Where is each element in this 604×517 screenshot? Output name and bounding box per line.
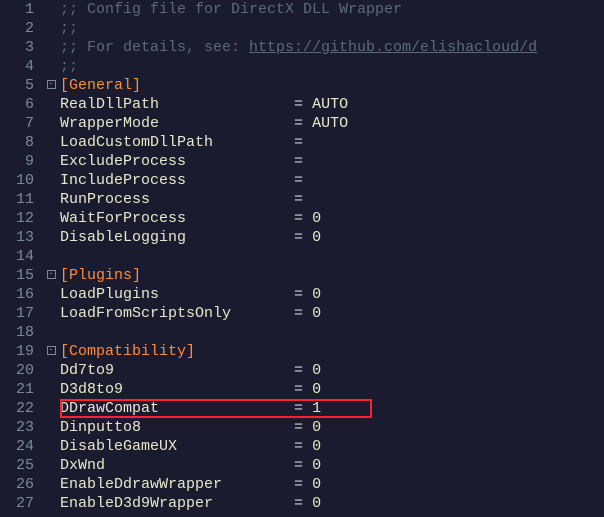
code-line[interactable]: WaitForProcess = 0 <box>60 209 604 228</box>
code-line[interactable] <box>60 323 604 342</box>
code-line[interactable]: [Plugins] <box>60 266 604 285</box>
fold-cell <box>42 361 60 380</box>
code-line[interactable]: DisableLogging = 0 <box>60 228 604 247</box>
fold-cell <box>42 0 60 19</box>
line-number: 6 <box>0 95 34 114</box>
code-line[interactable]: RealDllPath = AUTO <box>60 95 604 114</box>
line-number: 8 <box>0 133 34 152</box>
fold-cell <box>42 152 60 171</box>
line-number: 13 <box>0 228 34 247</box>
code-line[interactable]: IncludeProcess = <box>60 171 604 190</box>
line-number: 9 <box>0 152 34 171</box>
line-number: 4 <box>0 57 34 76</box>
code-area[interactable]: ;; Config file for DirectX DLL Wrapper;;… <box>60 0 604 517</box>
line-number: 1 <box>0 0 34 19</box>
code-line[interactable]: EnableDdrawWrapper = 0 <box>60 475 604 494</box>
code-line[interactable]: ;; <box>60 57 604 76</box>
fold-cell <box>42 285 60 304</box>
line-number: 19 <box>0 342 34 361</box>
code-line[interactable]: DDrawCompat = 1 <box>60 399 604 418</box>
fold-cell <box>42 19 60 38</box>
line-number: 5 <box>0 76 34 95</box>
code-line[interactable]: DxWnd = 0 <box>60 456 604 475</box>
line-number: 23 <box>0 418 34 437</box>
line-number: 22 <box>0 399 34 418</box>
line-number: 20 <box>0 361 34 380</box>
fold-cell <box>42 418 60 437</box>
code-line[interactable]: ;; For details, see: https://github.com/… <box>60 38 604 57</box>
fold-cell[interactable]: - <box>42 342 60 361</box>
code-editor: 1234567891011121314151617181920212223242… <box>0 0 604 517</box>
line-number: 25 <box>0 456 34 475</box>
code-line[interactable]: DisableGameUX = 0 <box>60 437 604 456</box>
line-number: 18 <box>0 323 34 342</box>
line-number: 11 <box>0 190 34 209</box>
code-line[interactable]: Dinputto8 = 0 <box>60 418 604 437</box>
code-line[interactable]: ;; <box>60 19 604 38</box>
fold-cell <box>42 95 60 114</box>
fold-cell <box>42 304 60 323</box>
line-number: 10 <box>0 171 34 190</box>
line-number: 16 <box>0 285 34 304</box>
line-number: 12 <box>0 209 34 228</box>
code-line[interactable]: LoadCustomDllPath = <box>60 133 604 152</box>
line-number: 26 <box>0 475 34 494</box>
code-line[interactable]: EnableD3d9Wrapper = 0 <box>60 494 604 513</box>
fold-minus-icon[interactable]: - <box>47 270 56 279</box>
fold-minus-icon[interactable]: - <box>47 346 56 355</box>
fold-cell <box>42 247 60 266</box>
line-number: 15 <box>0 266 34 285</box>
fold-cell <box>42 323 60 342</box>
fold-cell <box>42 190 60 209</box>
code-line[interactable]: WrapperMode = AUTO <box>60 114 604 133</box>
fold-cell <box>42 437 60 456</box>
line-number: 27 <box>0 494 34 513</box>
code-line[interactable]: LoadFromScriptsOnly = 0 <box>60 304 604 323</box>
fold-minus-icon[interactable]: - <box>47 80 56 89</box>
code-line[interactable]: [Compatibility] <box>60 342 604 361</box>
line-number: 14 <box>0 247 34 266</box>
line-number: 17 <box>0 304 34 323</box>
fold-column: - - - <box>42 0 60 517</box>
code-line[interactable]: RunProcess = <box>60 190 604 209</box>
line-number: 3 <box>0 38 34 57</box>
line-number: 7 <box>0 114 34 133</box>
fold-cell[interactable]: - <box>42 76 60 95</box>
fold-cell <box>42 399 60 418</box>
fold-cell <box>42 209 60 228</box>
fold-cell <box>42 228 60 247</box>
line-number: 2 <box>0 19 34 38</box>
code-line[interactable]: ;; Config file for DirectX DLL Wrapper <box>60 0 604 19</box>
code-line[interactable]: Dd7to9 = 0 <box>60 361 604 380</box>
line-number: 21 <box>0 380 34 399</box>
fold-cell <box>42 494 60 513</box>
fold-cell <box>42 456 60 475</box>
line-number: 24 <box>0 437 34 456</box>
fold-cell <box>42 380 60 399</box>
fold-cell <box>42 475 60 494</box>
code-line[interactable]: [General] <box>60 76 604 95</box>
code-line[interactable]: ExcludeProcess = <box>60 152 604 171</box>
fold-cell <box>42 171 60 190</box>
line-number-gutter: 1234567891011121314151617181920212223242… <box>0 0 42 517</box>
fold-cell <box>42 114 60 133</box>
fold-cell <box>42 133 60 152</box>
code-line[interactable]: D3d8to9 = 0 <box>60 380 604 399</box>
fold-cell[interactable]: - <box>42 266 60 285</box>
code-line[interactable]: LoadPlugins = 0 <box>60 285 604 304</box>
fold-cell <box>42 57 60 76</box>
code-line[interactable] <box>60 247 604 266</box>
fold-cell <box>42 38 60 57</box>
